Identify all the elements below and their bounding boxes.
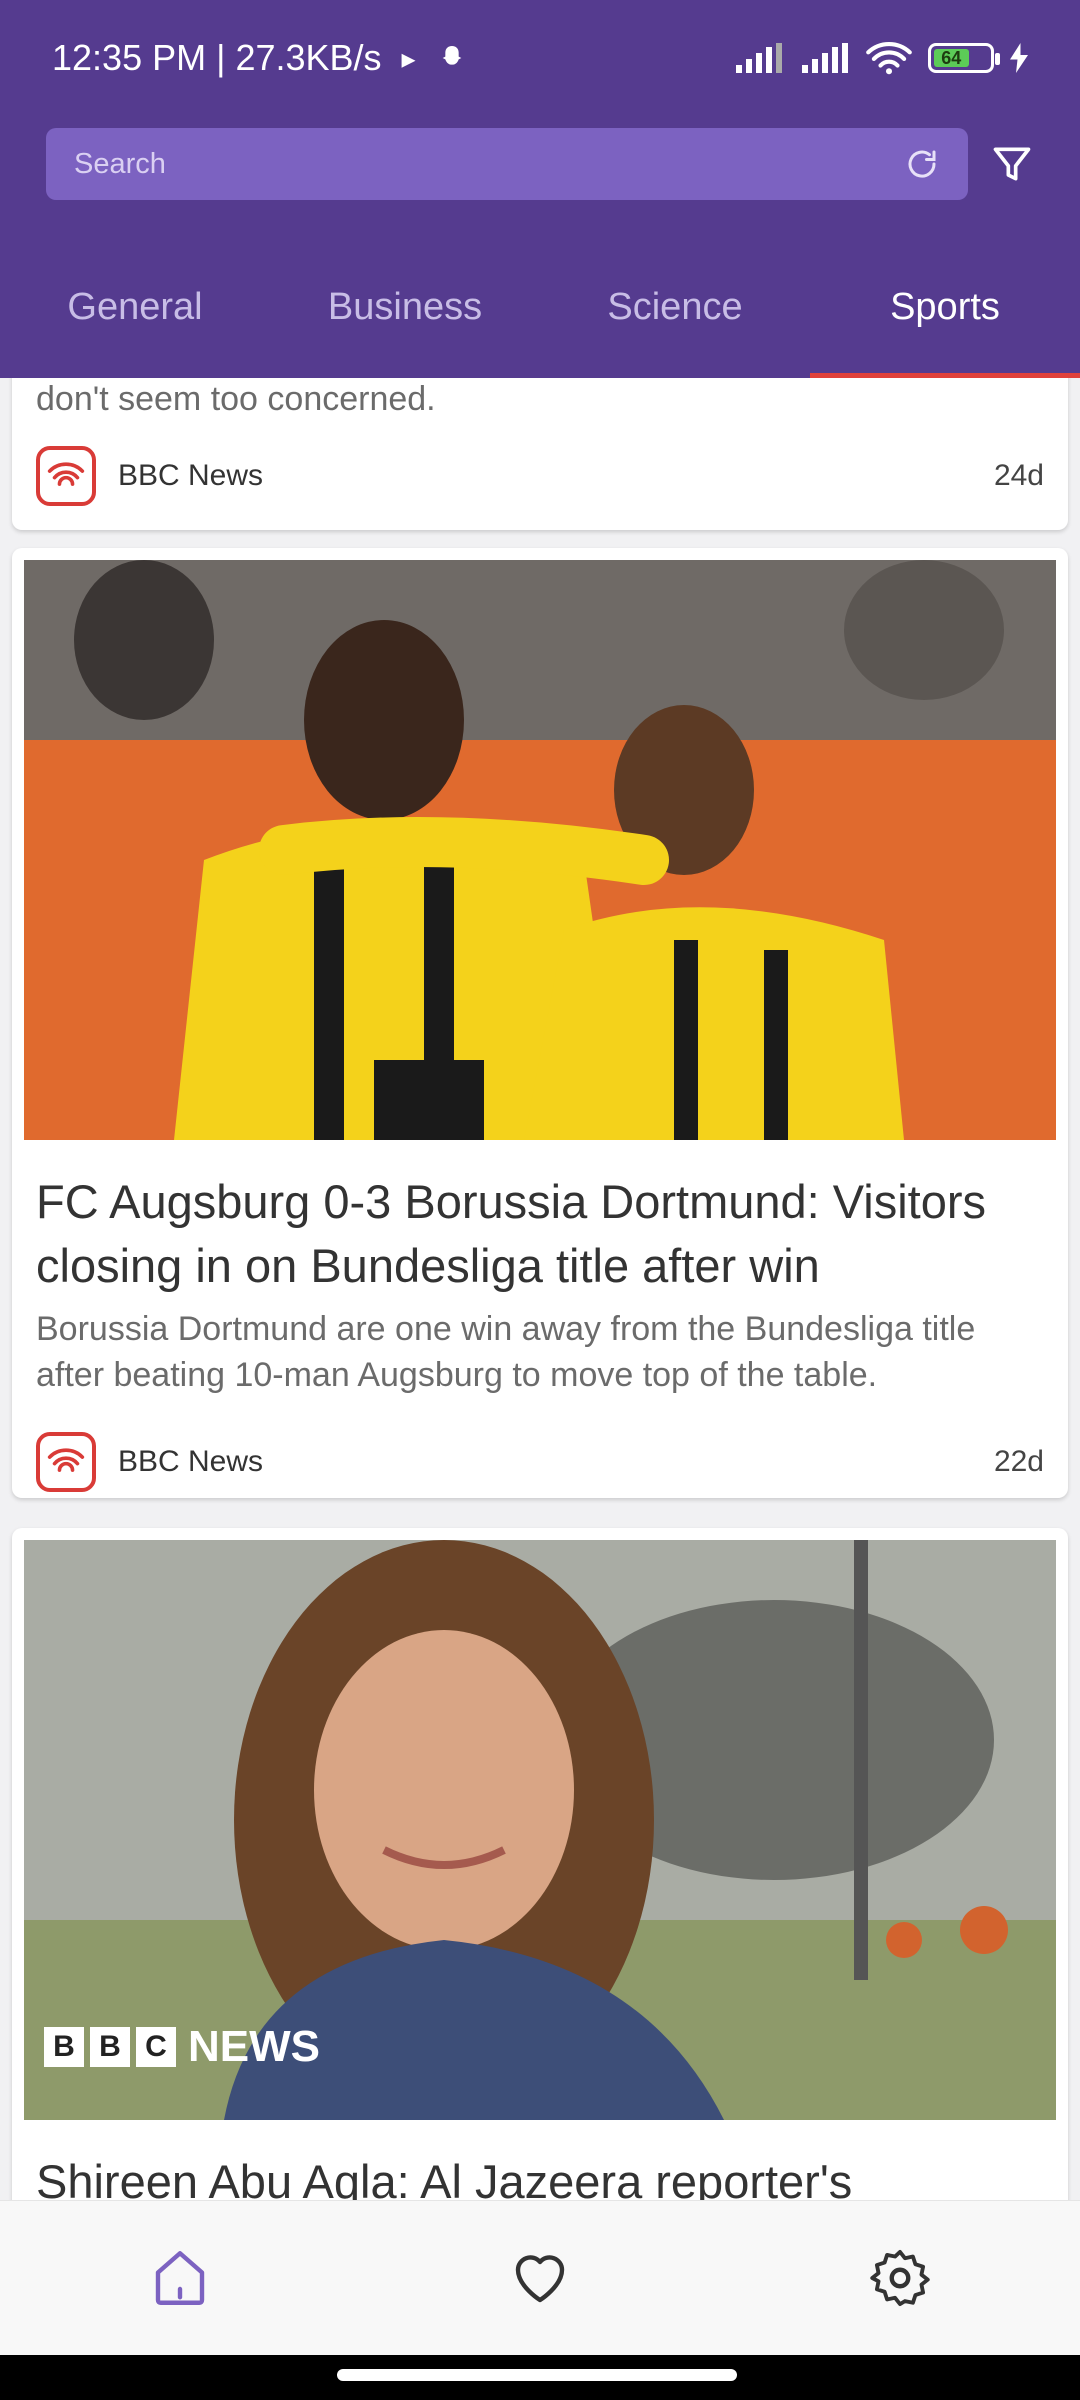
article-image[interactable] (24, 560, 1056, 1140)
home-gesture-bar[interactable] (337, 2369, 737, 2381)
source-icon (36, 1432, 96, 1492)
article-card[interactable]: FC Augsburg 0-3 Borussia Dortmund: Visit… (12, 548, 1068, 1498)
article-description: don't seem too concerned. (36, 380, 436, 418)
news-feed[interactable]: don't seem too concerned. BBC News 24d F… (0, 378, 1080, 2200)
article-card[interactable]: don't seem too concerned. BBC News 24d (12, 378, 1068, 530)
article-title[interactable]: FC Augsburg 0-3 Borussia Dortmund: Visit… (12, 1140, 1068, 1298)
refresh-icon[interactable] (904, 146, 940, 182)
source-name: BBC News (118, 1445, 264, 1478)
article-description: Borussia Dortmund are one win away from … (36, 1310, 976, 1394)
play-indicator-icon: ▸ (401, 42, 416, 74)
category-tabs: General Business Science Sports (0, 250, 1080, 378)
source-name: BBC News (118, 459, 264, 492)
article-age: 22d (993, 1445, 1044, 1478)
battery-icon: 64 (928, 43, 1000, 73)
status-time-speed: 12:35 PM | 27.3KB/s (52, 37, 382, 78)
bottom-navigation (0, 2200, 1080, 2355)
snapchat-icon (442, 46, 461, 65)
tab-sports[interactable]: Sports (810, 250, 1080, 378)
article-title[interactable]: Shireen Abu Aqla: Al Jazeera reporter's (12, 2120, 1068, 2200)
nav-settings[interactable] (855, 2233, 945, 2323)
status-bar: 12:35 PM | 27.3KB/s ▸ 64 (52, 30, 1028, 86)
nav-favorites[interactable] (495, 2233, 585, 2323)
charging-icon (1010, 43, 1028, 73)
tab-general[interactable]: General (0, 250, 270, 378)
cell-signal-2-icon (802, 43, 848, 73)
system-gesture-area (0, 2355, 1080, 2400)
heart-icon (515, 2255, 565, 2303)
battery-level: 64 (934, 48, 969, 68)
article-card[interactable]: B B C NEWS Shireen Abu Aqla: Al Jazeera … (12, 1528, 1068, 2200)
search-input[interactable] (74, 147, 904, 181)
cell-signal-icon (736, 43, 782, 73)
article-image[interactable]: B B C NEWS (24, 1540, 1056, 2120)
app-header: 12:35 PM | 27.3KB/s ▸ 64 Ge (0, 0, 1080, 378)
tab-science[interactable]: Science (540, 250, 810, 378)
settings-icon (870, 2249, 930, 2307)
nav-home[interactable] (135, 2233, 225, 2323)
filter-icon[interactable] (990, 142, 1034, 186)
home-icon (155, 2251, 205, 2305)
source-icon (36, 446, 96, 506)
wifi-icon (866, 42, 912, 75)
search-bar[interactable] (46, 128, 968, 200)
bbc-news-watermark: B B C NEWS (44, 2022, 320, 2072)
tab-business[interactable]: Business (270, 250, 540, 378)
article-age: 24d (993, 459, 1044, 492)
